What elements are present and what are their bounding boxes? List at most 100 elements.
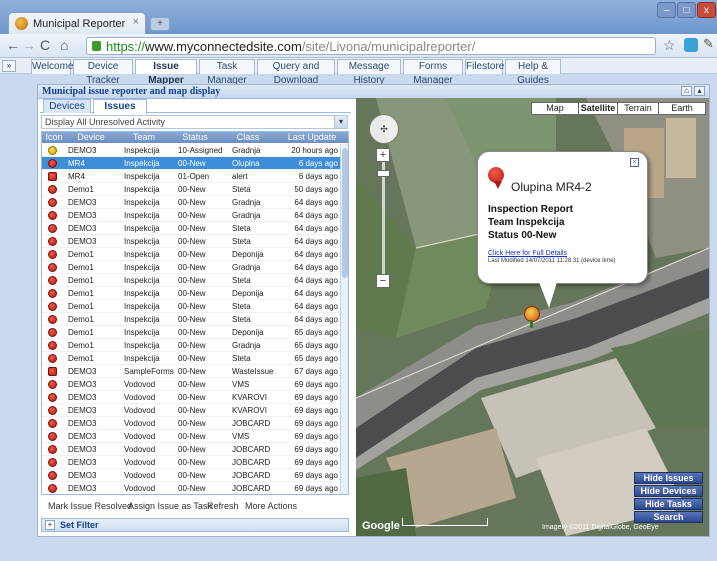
table-row[interactable]: DEMO3 Vodovod 00-New KVAROVI 69 days ago bbox=[42, 404, 340, 417]
table-row[interactable]: DEMO3 Inspekcija 00-New Gradnja 64 days ago bbox=[42, 209, 340, 222]
tab-help-guides[interactable]: Help & Guides bbox=[505, 59, 561, 86]
activity-filter-select[interactable]: Display All Unresolved Activity ▾ bbox=[41, 115, 348, 129]
tab-forms-manager[interactable]: Forms Manager bbox=[403, 59, 463, 86]
forward-icon[interactable]: → bbox=[22, 37, 36, 53]
table-row[interactable]: DEMO3 Vodovod 00-New JOBCARD 69 days ago bbox=[42, 443, 340, 456]
table-row[interactable]: DEMO3 Inspekcija 10-Assigned Gradnja 20 hour… bbox=[42, 144, 340, 157]
home-icon[interactable]: ⌂ bbox=[60, 37, 68, 53]
new-tab-button[interactable]: + bbox=[150, 17, 170, 31]
subtab-devices[interactable]: Devices bbox=[43, 99, 91, 113]
zoom-rail[interactable] bbox=[382, 162, 385, 274]
tab-task-manager[interactable]: Task Manager bbox=[199, 59, 255, 86]
chevron-down-icon[interactable]: ▾ bbox=[334, 116, 347, 128]
cell-status: 00-New bbox=[178, 445, 206, 454]
cell-device: Demo1 bbox=[68, 250, 94, 259]
zoom-slider-knob[interactable] bbox=[377, 170, 390, 177]
panel-tool-icon[interactable]: ⌂ bbox=[681, 86, 692, 96]
col-status[interactable]: Status bbox=[174, 132, 216, 143]
scroll-thumb[interactable] bbox=[342, 148, 348, 278]
set-filter-bar[interactable]: + Set Filter bbox=[41, 518, 349, 532]
table-row[interactable]: DEMO3 Vodovod 00-New JOBCARD 69 days ago bbox=[42, 456, 340, 469]
tab-device-tracker[interactable]: Device Tracker bbox=[73, 59, 133, 86]
table-row[interactable]: MR4 Inspekcija 01-Open alert 6 days ago bbox=[42, 170, 340, 183]
tab-message-history[interactable]: Message History bbox=[337, 59, 401, 86]
map-view[interactable]: Map Satellite Terrain Earth ✣ + − × Olup… bbox=[356, 98, 709, 536]
tab-query-download[interactable]: Query and Download bbox=[257, 59, 335, 86]
cell-status: 00-New bbox=[178, 471, 206, 480]
col-team[interactable]: Team bbox=[122, 132, 166, 143]
cell-status: 00-New bbox=[178, 289, 206, 298]
cell-status: 00-New bbox=[178, 354, 206, 363]
table-row[interactable]: DEMO3 Inspekcija 00-New Gradnja 64 days ago bbox=[42, 196, 340, 209]
tab-welcome[interactable]: Welcome bbox=[31, 59, 74, 74]
panel-collapse-icon[interactable]: ▴ bbox=[694, 86, 705, 96]
extension-icon[interactable] bbox=[684, 38, 698, 52]
minimize-button[interactable]: – bbox=[657, 2, 676, 18]
full-details-link[interactable]: Click Here for Full Details bbox=[488, 250, 567, 257]
cell-device: Demo1 bbox=[68, 341, 94, 350]
search-button[interactable]: Search bbox=[634, 511, 703, 523]
col-device[interactable]: Device bbox=[68, 132, 114, 143]
assign-task-button[interactable]: Assign Issue as Task bbox=[128, 501, 212, 511]
close-icon[interactable]: × bbox=[630, 158, 639, 167]
table-row[interactable]: Demo1 Inspekcija 00-New Deponija 64 days ago bbox=[42, 287, 340, 300]
table-row[interactable]: Demo1 Inspekcija 00-New Steta 65 days ago bbox=[42, 352, 340, 365]
window-close-button[interactable]: x bbox=[697, 2, 716, 18]
zoom-in-button[interactable]: + bbox=[376, 148, 390, 162]
grid-scrollbar[interactable] bbox=[340, 144, 348, 494]
table-row[interactable]: Demo1 Inspekcija 00-New Steta 50 days ago bbox=[42, 183, 340, 196]
table-row[interactable]: Demo1 Inspekcija 00-New Deponija 64 days ago bbox=[42, 248, 340, 261]
table-row[interactable]: Demo1 Inspekcija 00-New Gradnja 64 days ago bbox=[42, 261, 340, 274]
action-bar: Mark Issue Resolved Assign Issue as Task… bbox=[40, 501, 351, 515]
issue-pin-icon bbox=[48, 263, 57, 272]
map-type-map[interactable]: Map bbox=[531, 102, 579, 115]
col-last-update[interactable]: Last Update bbox=[284, 132, 340, 143]
map-type-terrain[interactable]: Terrain bbox=[617, 102, 659, 115]
table-row[interactable]: DEMO3 Vodovod 00-New JOBCARD 69 days ago bbox=[42, 417, 340, 430]
table-row[interactable]: Demo1 Inspekcija 00-New Deponija 65 days ago bbox=[42, 326, 340, 339]
refresh-button[interactable]: Refresh bbox=[207, 501, 239, 511]
table-row[interactable]: DEMO3 Vodovod 00-New KVAROVI 69 days ago bbox=[42, 391, 340, 404]
subtab-issues[interactable]: Issues bbox=[93, 99, 147, 114]
hide-issues-button[interactable]: Hide Issues bbox=[634, 472, 703, 484]
hide-tasks-button[interactable]: Hide Tasks bbox=[634, 498, 703, 510]
back-icon[interactable]: ← bbox=[6, 37, 20, 53]
table-row[interactable]: DEMO3 Vodovod 00-New JOBCARD 69 days ago bbox=[42, 469, 340, 482]
table-row[interactable]: DEMO3 Inspekcija 00-New Steta 64 days ago bbox=[42, 235, 340, 248]
address-bar[interactable]: https://www.myconnectedsite.com/site/Liv… bbox=[86, 37, 656, 55]
expand-icon[interactable]: » bbox=[2, 60, 16, 72]
table-row[interactable]: DEMO3 Vodovod 00-New VMS 69 days ago bbox=[42, 430, 340, 443]
table-row[interactable]: Demo1 Inspekcija 00-New Gradnja 65 days ago bbox=[42, 339, 340, 352]
expand-plus-icon[interactable]: + bbox=[45, 520, 55, 530]
reload-icon[interactable]: C bbox=[40, 37, 50, 53]
zoom-out-button[interactable]: − bbox=[376, 274, 390, 288]
info-status: Status 00-New bbox=[488, 230, 557, 241]
wrench-icon[interactable]: ✎ bbox=[703, 36, 714, 52]
table-row[interactable]: DEMO3 Vodovod 00-New JOBCARD 69 days ago bbox=[42, 482, 340, 494]
hide-devices-button[interactable]: Hide Devices bbox=[634, 485, 703, 497]
col-class[interactable]: Class bbox=[228, 132, 268, 143]
table-row[interactable]: DEMO3 Inspekcija 00-New Steta 64 days ago bbox=[42, 222, 340, 235]
table-row[interactable]: Demo1 Inspekcija 00-New Steta 64 days ago bbox=[42, 274, 340, 287]
map-type-satellite[interactable]: Satellite bbox=[578, 102, 618, 115]
bookmark-star-icon[interactable]: ☆ bbox=[663, 37, 676, 54]
cell-device: DEMO3 bbox=[68, 432, 97, 441]
table-row[interactable]: Demo1 Inspekcija 00-New Steta 64 days ago bbox=[42, 313, 340, 326]
tab-filestore[interactable]: Filestore bbox=[465, 59, 504, 74]
table-row[interactable]: Demo1 Inspekcija 00-New Steta 64 days ago bbox=[42, 300, 340, 313]
maximize-button[interactable]: □ bbox=[677, 2, 696, 18]
tab-issue-mapper[interactable]: Issue Mapper bbox=[135, 59, 197, 86]
cell-status: 00-New bbox=[178, 458, 206, 467]
cell-class: Olupina bbox=[232, 159, 260, 168]
tab-close-icon[interactable]: × bbox=[133, 16, 139, 28]
mark-resolved-button[interactable]: Mark Issue Resolved bbox=[48, 501, 132, 511]
more-actions-button[interactable]: More Actions bbox=[245, 501, 297, 511]
table-row[interactable]: MR4 Inspekcija 00-New Olupina 6 days ago bbox=[42, 157, 340, 170]
pan-control-icon[interactable]: ✣ bbox=[369, 114, 399, 144]
col-icon[interactable]: Icon bbox=[42, 132, 66, 143]
panel-title: Municipal issue reporter and map display bbox=[42, 86, 221, 97]
map-type-earth[interactable]: Earth bbox=[658, 102, 706, 115]
table-row[interactable]: DEMO3 Vodovod 00-New VMS 69 days ago bbox=[42, 378, 340, 391]
table-row[interactable]: DEMO3 SampleForms 00-New WasteIssue 67 days … bbox=[42, 365, 340, 378]
browser-tab[interactable]: Municipal Reporter × bbox=[8, 12, 146, 34]
